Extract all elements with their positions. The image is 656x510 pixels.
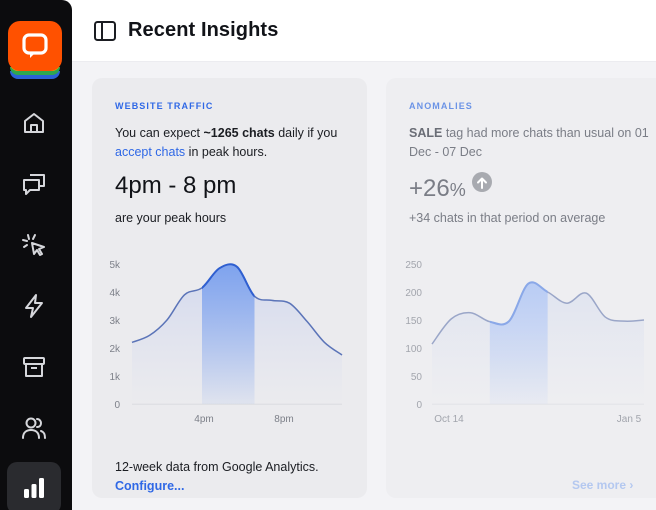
x-tick-label: Jan 5: [617, 414, 642, 425]
traffic-chart: 0 1k 2k 3k 4k 5k 4pm 8pm: [109, 260, 343, 425]
page-title: Recent Insights: [128, 19, 279, 41]
y-tick-label: 4k: [109, 288, 121, 299]
y-tick-label: 3k: [109, 316, 121, 327]
website-traffic-card: WEBSITE TRAFFIC You can expect ~1265 cha…: [92, 78, 367, 498]
engage-cursor-icon[interactable]: [17, 228, 51, 262]
y-tick-label: 50: [411, 372, 423, 383]
data-source-note: 12-week data from Google Analytics.: [115, 460, 319, 474]
home-icon[interactable]: [17, 106, 51, 140]
x-tick-label: 8pm: [274, 414, 293, 425]
sidebar: [0, 0, 72, 510]
y-tick-label: 200: [405, 288, 422, 299]
y-tick-label: 1k: [109, 372, 121, 383]
app-logo[interactable]: [8, 21, 62, 83]
x-tick-label: 4pm: [194, 414, 213, 425]
chats-icon[interactable]: [17, 167, 51, 201]
team-icon[interactable]: [17, 411, 51, 445]
y-tick-label: 250: [405, 260, 422, 271]
configure-link[interactable]: Configure...: [115, 479, 184, 493]
anomalies-chart: 0 50 100 150 200 250 Oct 14 Jan 5: [405, 260, 645, 425]
reports-nav-item[interactable]: [7, 462, 61, 510]
y-tick-label: 0: [114, 400, 120, 411]
y-tick-label: 2k: [109, 344, 121, 355]
y-tick-label: 100: [405, 344, 422, 355]
y-tick-label: 0: [416, 400, 422, 411]
page-header: Recent Insights: [72, 0, 656, 62]
y-tick-label: 150: [405, 316, 422, 327]
x-tick-label: Oct 14: [434, 414, 464, 425]
automate-bolt-icon[interactable]: [17, 289, 51, 323]
sidebar-toggle-icon[interactable]: [94, 21, 116, 41]
see-more-link[interactable]: See more ›: [572, 478, 633, 492]
reports-chart-icon: [24, 478, 44, 498]
archive-icon[interactable]: [17, 350, 51, 384]
anomalies-card: ANOMALIES SALE tag had more chats than u…: [386, 78, 656, 498]
chevron-right-icon: ›: [629, 478, 634, 492]
y-tick-label: 5k: [109, 260, 121, 271]
insights-content: WEBSITE TRAFFIC You can expect ~1265 cha…: [72, 62, 656, 510]
chat-logo-icon: [8, 21, 62, 71]
see-more-label: See more: [572, 478, 627, 492]
